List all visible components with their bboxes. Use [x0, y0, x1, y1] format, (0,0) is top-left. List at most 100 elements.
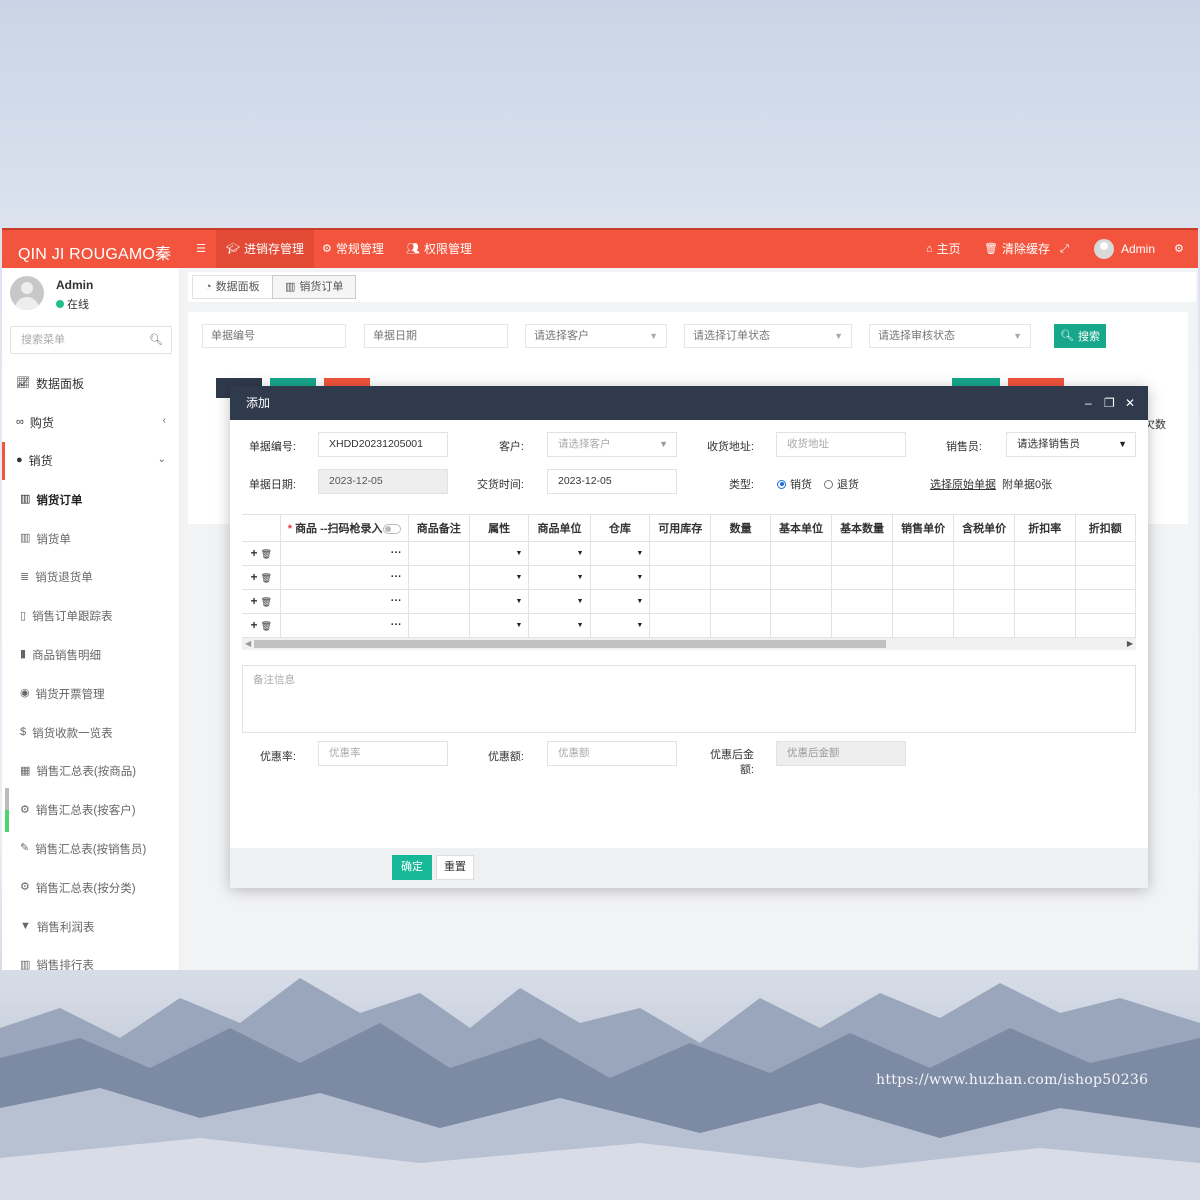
- trash-icon[interactable]: 🗑︎: [261, 549, 272, 559]
- table-cell[interactable]: [1014, 541, 1076, 566]
- dropdown-cell[interactable]: ▼: [590, 565, 651, 590]
- sidebar-item-ranking[interactable]: ▥ 销售排行表: [2, 946, 180, 970]
- type-radio-return[interactable]: 退货: [824, 476, 859, 492]
- menu-toggle-icon[interactable]: ☰: [188, 230, 214, 268]
- address-input[interactable]: 收货地址: [776, 432, 906, 457]
- reset-button[interactable]: 重置: [436, 855, 474, 880]
- table-cell[interactable]: [710, 589, 772, 614]
- scan-toggle[interactable]: [383, 523, 402, 534]
- scroll-right-icon[interactable]: ▶: [1127, 639, 1133, 648]
- sidebar-item-summary-category[interactable]: ⚙ 销售汇总表(按分类): [2, 868, 180, 907]
- sidebar-item-profit[interactable]: ▼ 销售利润表: [2, 907, 180, 946]
- more-icon[interactable]: ···: [391, 547, 402, 559]
- dropdown-cell[interactable]: ▼: [469, 565, 530, 590]
- more-icon[interactable]: ···: [391, 619, 402, 631]
- plus-icon[interactable]: +: [250, 546, 257, 560]
- product-cell[interactable]: ···: [280, 613, 409, 638]
- scroll-left-icon[interactable]: ◀: [245, 639, 251, 648]
- home-link[interactable]: ⌂ 主页: [926, 230, 961, 268]
- trash-icon[interactable]: 🗑︎: [261, 621, 272, 631]
- salesman-select[interactable]: 请选择销售员 ▼: [1006, 432, 1136, 457]
- customer-filter-select[interactable]: 请选择客户 ▼: [525, 324, 667, 348]
- grid-horizontal-scrollbar[interactable]: ◀ ▶: [242, 638, 1136, 650]
- sidebar-item-receipts[interactable]: $ 销货收款一览表: [2, 713, 180, 752]
- table-cell[interactable]: [1075, 589, 1136, 614]
- table-cell[interactable]: [1014, 613, 1076, 638]
- table-cell[interactable]: [892, 589, 955, 614]
- dropdown-cell[interactable]: ▼: [528, 613, 591, 638]
- table-cell[interactable]: [649, 589, 712, 614]
- settings-icon[interactable]: ⚙: [1174, 230, 1184, 268]
- doc-date-filter-input[interactable]: 单据日期: [364, 324, 508, 348]
- more-icon[interactable]: ···: [391, 571, 402, 583]
- table-cell[interactable]: [770, 589, 833, 614]
- fullscreen-icon[interactable]: ⤢: [1060, 230, 1069, 268]
- sidebar-item-summary-product[interactable]: ▦ 销售汇总表(按商品): [2, 752, 180, 791]
- table-cell[interactable]: [649, 541, 712, 566]
- table-cell[interactable]: [649, 565, 712, 590]
- table-cell[interactable]: [892, 541, 955, 566]
- user-menu[interactable]: Admin: [1094, 230, 1155, 268]
- table-cell[interactable]: [831, 589, 894, 614]
- search-button[interactable]: 🔍︎ 搜索: [1054, 324, 1106, 348]
- deliver-time-input[interactable]: 2023-12-05: [547, 469, 677, 494]
- sidebar-scrollbar[interactable]: [5, 788, 9, 832]
- sidebar-item-sales-order[interactable]: ▥ 销货订单: [2, 480, 180, 519]
- doc-no-input[interactable]: XHDD20231205001: [318, 432, 448, 457]
- table-cell[interactable]: [953, 589, 1016, 614]
- topnav-item-general[interactable]: ⚙ 常规管理: [322, 230, 384, 268]
- table-cell[interactable]: [710, 541, 772, 566]
- product-cell[interactable]: ···: [280, 565, 409, 590]
- remark-textarea[interactable]: 备注信息: [242, 665, 1136, 733]
- menu-search-input[interactable]: 搜索菜单 🔍︎: [10, 326, 172, 354]
- doc-date-input[interactable]: 2023-12-05: [318, 469, 448, 494]
- more-icon[interactable]: ···: [391, 595, 402, 607]
- dropdown-cell[interactable]: ▼: [528, 589, 591, 614]
- product-cell[interactable]: ···: [280, 589, 409, 614]
- maximize-icon[interactable]: ❐: [1104, 386, 1115, 420]
- topnav-item-inventory[interactable]: 🎓︎ 进销存管理: [216, 230, 314, 268]
- table-cell[interactable]: [770, 541, 833, 566]
- confirm-button[interactable]: 确定: [392, 855, 432, 880]
- table-cell[interactable]: [892, 565, 955, 590]
- discount-amount-input[interactable]: 优惠额: [547, 741, 677, 766]
- table-cell[interactable]: [770, 613, 833, 638]
- sidebar-item-sales-bill[interactable]: ▥ 销货单: [2, 519, 180, 558]
- plus-icon[interactable]: +: [250, 618, 257, 632]
- sidebar-item-sales[interactable]: ● 销货 ⌄: [2, 441, 180, 481]
- table-cell[interactable]: [710, 565, 772, 590]
- clear-cache-button[interactable]: 🗑︎ 清除缓存: [984, 230, 1050, 268]
- table-cell[interactable]: [1014, 589, 1076, 614]
- table-cell[interactable]: [649, 613, 712, 638]
- close-icon[interactable]: ✕: [1125, 386, 1135, 420]
- trash-icon[interactable]: 🗑︎: [261, 597, 272, 607]
- dropdown-cell[interactable]: ▼: [469, 613, 530, 638]
- order-status-filter-select[interactable]: 请选择订单状态 ▼: [684, 324, 852, 348]
- table-cell[interactable]: [1075, 613, 1136, 638]
- dropdown-cell[interactable]: ▼: [590, 613, 651, 638]
- product-cell[interactable]: ···: [280, 541, 409, 566]
- sidebar-item-dashboard[interactable]: 📈︎ 数据面板: [2, 364, 180, 403]
- tab-sales-order[interactable]: ▥ 销货订单: [272, 275, 357, 299]
- table-cell[interactable]: [831, 541, 894, 566]
- table-cell[interactable]: [1075, 565, 1136, 590]
- dropdown-cell[interactable]: ▼: [528, 541, 591, 566]
- trash-icon[interactable]: 🗑︎: [261, 573, 272, 583]
- product-remark-cell[interactable]: [408, 613, 470, 638]
- dropdown-cell[interactable]: ▼: [469, 589, 530, 614]
- customer-select[interactable]: 请选择客户 ▼: [547, 432, 677, 457]
- table-cell[interactable]: [1014, 565, 1076, 590]
- product-remark-cell[interactable]: [408, 589, 470, 614]
- scroll-thumb[interactable]: [254, 640, 886, 648]
- plus-icon[interactable]: +: [250, 570, 257, 584]
- sidebar-item-summary-customer[interactable]: ⚙ 销售汇总表(按客户): [2, 791, 180, 830]
- type-radio-sale[interactable]: 销货: [777, 476, 812, 492]
- dropdown-cell[interactable]: ▼: [590, 589, 651, 614]
- tab-dashboard[interactable]: ◔ 数据面板: [192, 275, 273, 299]
- topnav-item-permission[interactable]: 👥︎ 权限管理: [406, 230, 472, 268]
- table-cell[interactable]: [831, 613, 894, 638]
- table-cell[interactable]: [892, 613, 955, 638]
- product-remark-cell[interactable]: [408, 541, 470, 566]
- select-source-link[interactable]: 选择原始单据: [930, 476, 996, 492]
- sidebar-item-purchase[interactable]: ∞ 购货 ‹: [2, 403, 180, 442]
